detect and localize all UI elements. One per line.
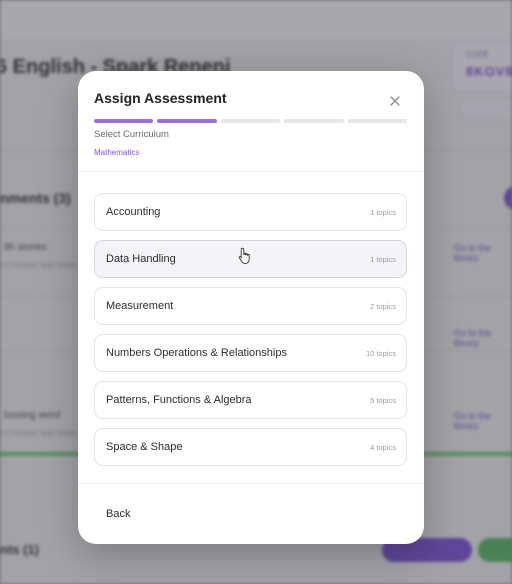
close-button[interactable] <box>384 90 406 112</box>
step-segment <box>284 119 344 123</box>
dialog-title: Assign Assessment <box>94 90 227 106</box>
curriculum-item-count: 1 topics <box>370 254 396 264</box>
curriculum-item-label: Patterns, Functions & Algebra <box>106 394 252 406</box>
curriculum-item-measurement[interactable]: Measurement 2 topics <box>94 287 407 325</box>
assign-assessment-dialog: Assign Assessment Select Curriculum Math… <box>78 71 424 544</box>
curriculum-item-label: Data Handling <box>106 253 176 265</box>
step-label: Select Curriculum <box>94 129 169 140</box>
curriculum-item-count: 5 topics <box>370 395 396 405</box>
curriculum-item-space-shape[interactable]: Space & Shape 4 topics <box>94 428 407 466</box>
curriculum-item-count: 4 topics <box>370 442 396 452</box>
header-divider <box>78 171 424 172</box>
step-segment <box>347 119 408 123</box>
curriculum-item-accounting[interactable]: Accounting 1 topics <box>94 193 407 231</box>
breadcrumb-subject[interactable]: Mathematics <box>94 148 139 157</box>
curriculum-item-numbers-operations[interactable]: Numbers Operations & Relationships 10 to… <box>94 334 407 372</box>
step-segment <box>157 119 217 123</box>
curriculum-item-patterns-functions[interactable]: Patterns, Functions & Algebra 5 topics <box>94 381 407 419</box>
hand-cursor-icon <box>238 247 250 264</box>
curriculum-item-label: Measurement <box>106 300 174 312</box>
curriculum-item-count: 10 topics <box>365 348 396 358</box>
curriculum-item-count: 1 topics <box>370 207 396 217</box>
curriculum-item-count: 2 topics <box>370 301 396 311</box>
step-progress <box>94 119 408 123</box>
close-icon <box>390 96 400 106</box>
step-segment <box>94 119 154 123</box>
footer-divider <box>78 483 424 484</box>
curriculum-item-label: Space & Shape <box>106 441 183 453</box>
curriculum-item-label: Accounting <box>106 206 161 218</box>
step-segment <box>220 119 281 123</box>
curriculum-item-label: Numbers Operations & Relationships <box>106 347 287 359</box>
back-button[interactable]: Back <box>100 504 136 524</box>
